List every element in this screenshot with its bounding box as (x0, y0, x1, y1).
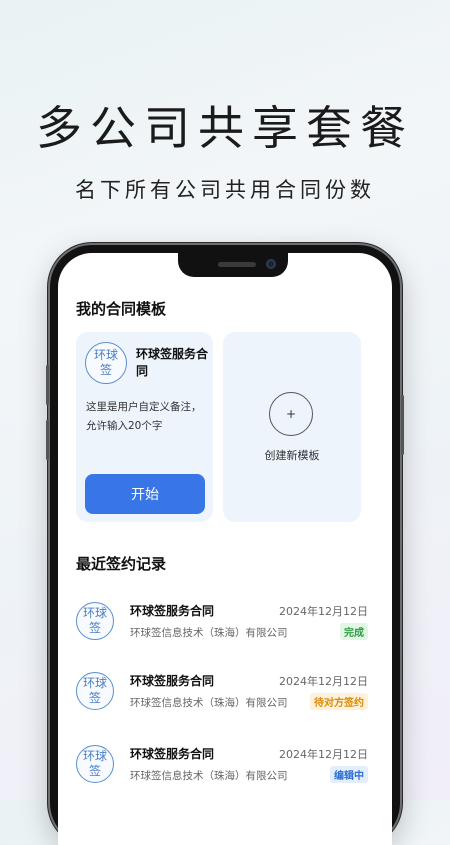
list-item[interactable]: 环球签 环球签服务合同 环球签信息技术（珠海）有限公司 2024年12月12日 … (76, 741, 368, 789)
list-item[interactable]: 环球签 环球签服务合同 环球签信息技术（珠海）有限公司 2024年12月12日 … (76, 668, 368, 716)
record-title: 环球签服务合同 (130, 674, 215, 688)
record-date: 2024年12月12日 (279, 675, 368, 688)
phone-screen: 我的合同模板 环球签 环球签服务合同 这里是用户自定义备注，允许输入20个字 开… (58, 253, 392, 845)
start-button[interactable]: 开始 (85, 474, 205, 514)
phone-volume-button (46, 365, 49, 405)
add-icon[interactable]: + (269, 392, 313, 436)
record-date: 2024年12月12日 (279, 748, 368, 761)
banner-subheadline: 名下所有公司共用合同份数 (75, 178, 375, 202)
create-template-label: 创建新模板 (264, 449, 320, 462)
phone-power-button (401, 395, 404, 455)
record-company: 环球签信息技术（珠海）有限公司 (130, 770, 288, 782)
status-badge: 编辑中 (330, 766, 368, 783)
camera-icon (266, 259, 276, 269)
company-seal-icon: 环球签 (76, 672, 114, 710)
create-template-card[interactable]: + 创建新模板 (223, 332, 361, 522)
status-badge: 完成 (340, 623, 368, 640)
company-seal-icon: 环球签 (76, 745, 114, 783)
template-note: 这里是用户自定义备注，允许输入20个字 (86, 401, 202, 432)
banner-headline: 多公司共享套餐 (36, 101, 414, 155)
phone-volume-button (46, 420, 49, 460)
company-seal-icon: 环球签 (85, 342, 127, 384)
records-section-title: 最近签约记录 (76, 555, 167, 573)
template-card[interactable]: 环球签 环球签服务合同 这里是用户自定义备注，允许输入20个字 开始 (76, 332, 213, 522)
company-seal-icon: 环球签 (76, 602, 114, 640)
templates-section-title: 我的合同模板 (76, 300, 167, 318)
record-date: 2024年12月12日 (279, 605, 368, 618)
speaker-grille (218, 262, 256, 267)
phone-frame: 我的合同模板 环球签 环球签服务合同 这里是用户自定义备注，允许输入20个字 开… (46, 245, 404, 845)
list-item[interactable]: 环球签 环球签服务合同 环球签信息技术（珠海）有限公司 2024年12月12日 … (76, 598, 368, 646)
status-badge: 待对方签约 (310, 693, 368, 710)
template-name: 环球签服务合同 (136, 347, 209, 378)
record-company: 环球签信息技术（珠海）有限公司 (130, 627, 288, 639)
phone-notch (178, 253, 288, 277)
record-company: 环球签信息技术（珠海）有限公司 (130, 697, 288, 709)
record-title: 环球签服务合同 (130, 604, 215, 618)
record-title: 环球签服务合同 (130, 747, 215, 761)
